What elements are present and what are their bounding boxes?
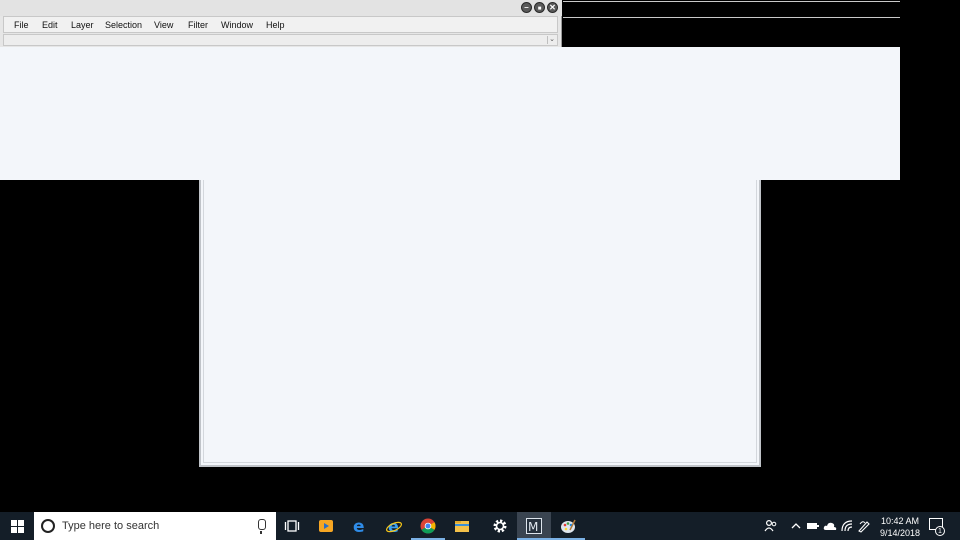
menu-layer[interactable]: Layer [71, 20, 94, 30]
battery-icon[interactable] [806, 521, 820, 531]
m-app-button[interactable]: M [517, 512, 551, 540]
pen-icon[interactable] [857, 519, 871, 533]
minimize-button[interactable]: – [521, 2, 532, 13]
task-view-button[interactable] [275, 512, 309, 540]
maximize-icon: ■ [537, 6, 542, 12]
palette-icon [561, 519, 576, 533]
canvas-panel [0, 47, 900, 180]
gear-icon [493, 519, 507, 533]
search-input[interactable]: Type here to search [62, 520, 159, 532]
taskbar: Type here to search e e M 10:42 AM 9/14/… [0, 512, 960, 540]
media-player-button[interactable] [309, 512, 343, 540]
window-border-line [563, 17, 900, 18]
microphone-icon[interactable] [258, 519, 266, 534]
menu-edit[interactable]: Edit [42, 20, 58, 30]
svg-text:M: M [528, 520, 538, 534]
app-window: – ■ ✕ File Edit Layer Selection View Fil… [0, 0, 562, 47]
close-icon: ✕ [549, 3, 556, 12]
windows-icon [10, 519, 24, 533]
internet-explorer-icon: e [386, 518, 402, 534]
window-border-line [563, 1, 900, 2]
paint-app-button[interactable] [551, 512, 585, 540]
people-icon[interactable] [764, 519, 778, 533]
file-explorer-button[interactable] [445, 512, 479, 540]
chevron-down-icon: ⌄ [549, 36, 555, 43]
secondary-toolbar: ⌄ [3, 34, 558, 46]
chevron-up-icon[interactable] [791, 521, 801, 531]
edge-icon: e [353, 518, 365, 534]
internet-explorer-button[interactable]: e [377, 512, 411, 540]
task-view-icon [284, 520, 300, 532]
wifi-icon[interactable] [840, 519, 854, 533]
media-player-icon [319, 520, 333, 532]
settings-button[interactable] [483, 512, 517, 540]
toolbar-dropdown-button[interactable]: ⌄ [547, 36, 556, 44]
chrome-icon [420, 518, 436, 534]
cortana-icon [41, 519, 55, 533]
menu-file[interactable]: File [14, 20, 29, 30]
dialog-content-area [203, 180, 757, 463]
start-button[interactable] [0, 512, 34, 540]
maximize-button[interactable]: ■ [534, 2, 545, 13]
m-app-icon: M [526, 518, 542, 534]
menu-view[interactable]: View [154, 20, 173, 30]
minimize-icon: – [524, 3, 529, 12]
notification-count-badge: 1 [935, 526, 945, 536]
clock-date: 9/14/2018 [879, 528, 921, 538]
edge-button[interactable]: e [343, 512, 377, 540]
menu-help[interactable]: Help [266, 20, 285, 30]
title-bar[interactable]: – ■ ✕ [0, 0, 562, 16]
folder-icon [455, 521, 469, 532]
close-button[interactable]: ✕ [547, 2, 558, 13]
menu-window[interactable]: Window [221, 20, 253, 30]
menu-selection[interactable]: Selection [105, 20, 142, 30]
chrome-button[interactable] [411, 512, 445, 540]
clock[interactable]: 10:42 AM 9/14/2018 [876, 515, 924, 539]
menu-bar: File Edit Layer Selection View Filter Wi… [3, 16, 558, 33]
taskbar-search[interactable]: Type here to search [34, 512, 276, 540]
clock-time: 10:42 AM [880, 516, 920, 526]
onedrive-icon[interactable] [823, 520, 837, 532]
menu-filter[interactable]: Filter [188, 20, 208, 30]
dialog-panel [199, 180, 761, 467]
svg-text:e: e [353, 518, 365, 534]
